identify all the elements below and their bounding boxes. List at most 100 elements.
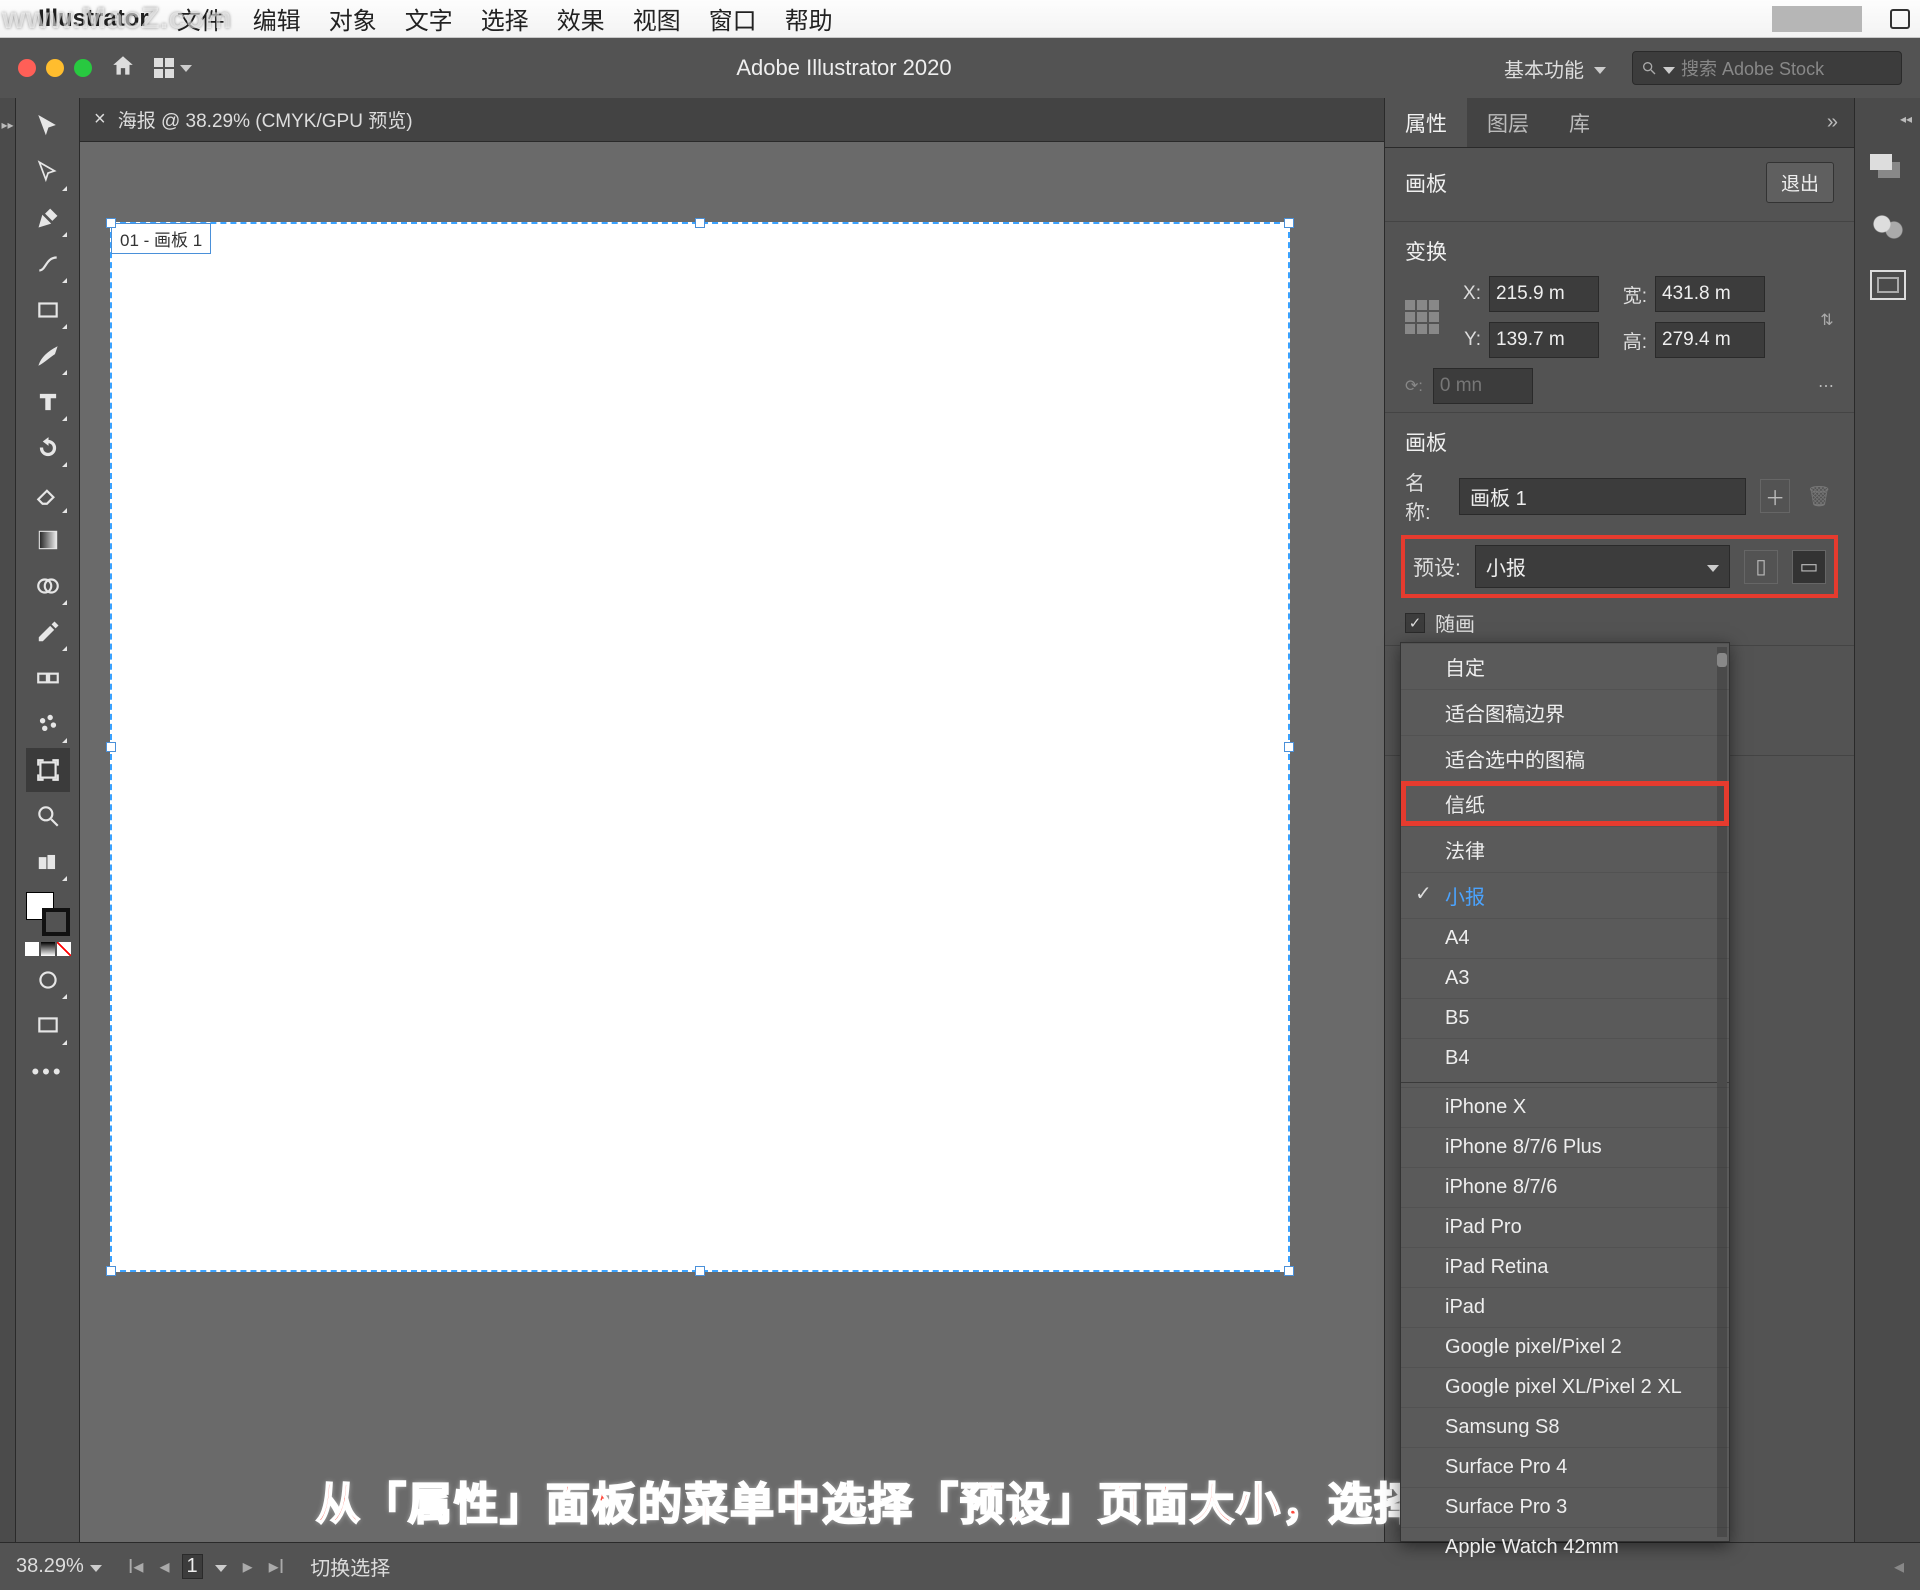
delete-artboard-button[interactable]: 🗑 [1804, 479, 1834, 513]
height-input[interactable] [1655, 322, 1765, 358]
preset-option[interactable]: A4 [1401, 918, 1729, 958]
blend-tool[interactable] [26, 656, 70, 700]
preset-option[interactable]: Apple Watch 42mm [1401, 1527, 1729, 1567]
orientation-landscape-button[interactable]: ▭ [1792, 550, 1826, 584]
new-artboard-button[interactable]: ＋ [1760, 479, 1790, 513]
x-input[interactable] [1489, 276, 1599, 312]
menu-view[interactable]: 视图 [633, 1, 681, 36]
document-tab[interactable]: 海报 @ 38.29% (CMYK/GPU 预览) [118, 106, 413, 133]
artboard-navigator[interactable]: I◂ ◂ 1 ▸ ▸I [124, 1554, 288, 1579]
chevron-down-icon[interactable] [1663, 58, 1675, 79]
menu-effect[interactable]: 效果 [557, 1, 605, 36]
gradient-tool[interactable] [26, 518, 70, 562]
resize-handle[interactable] [106, 742, 116, 752]
panel-collapse-button[interactable]: » [1811, 111, 1854, 134]
edit-toolbar-button[interactable]: ••• [26, 1050, 70, 1094]
rotate-tool[interactable] [26, 426, 70, 470]
first-artboard-button[interactable]: I◂ [124, 1554, 148, 1579]
preset-option[interactable]: iPad [1401, 1287, 1729, 1327]
more-options-icon[interactable]: ⋯ [1818, 376, 1834, 396]
next-artboard-button[interactable]: ▸ [239, 1554, 257, 1579]
menu-object[interactable]: 对象 [329, 1, 377, 36]
menu-edit[interactable]: 编辑 [253, 1, 301, 36]
move-artwork-checkbox[interactable]: ✓ [1405, 613, 1425, 633]
zoom-window-button[interactable] [74, 59, 92, 77]
resize-handle[interactable] [106, 218, 116, 228]
zoom-dropdown[interactable]: 38.29% [16, 1555, 102, 1578]
rectangle-tool[interactable] [26, 288, 70, 332]
artboard-number-input[interactable]: 1 [182, 1554, 203, 1579]
rotate-input[interactable] [1433, 368, 1533, 404]
menu-window[interactable]: 窗口 [709, 1, 757, 36]
artboard[interactable]: 01 - 画板 1 [110, 222, 1290, 1272]
close-window-button[interactable] [18, 59, 36, 77]
resize-handle[interactable] [1284, 1266, 1294, 1276]
close-tab-button[interactable]: × [94, 108, 106, 131]
preset-option[interactable]: Samsung S8 [1401, 1407, 1729, 1447]
preset-option[interactable]: iPhone 8/7/6 Plus [1401, 1127, 1729, 1167]
last-artboard-button[interactable]: ▸I [265, 1554, 289, 1579]
menubar-indicator-icon[interactable] [1890, 9, 1910, 29]
symbol-sprayer-tool[interactable] [26, 702, 70, 746]
constrain-proportions-icon[interactable]: ⇅ [1815, 300, 1839, 340]
width-input[interactable] [1655, 276, 1765, 312]
eraser-tool[interactable] [26, 472, 70, 516]
preset-option[interactable]: A3 [1401, 958, 1729, 998]
artboard-tool[interactable] [26, 748, 70, 792]
preset-option[interactable]: B5 [1401, 998, 1729, 1038]
preset-option[interactable]: iPhone X [1401, 1087, 1729, 1127]
preset-option[interactable]: 适合图稿边界 [1401, 689, 1729, 735]
preset-option[interactable]: 适合选中的图稿 [1401, 735, 1729, 781]
draw-mode-button[interactable] [26, 958, 70, 1002]
menu-file[interactable]: 文件 [177, 1, 225, 36]
preset-option[interactable]: Surface Pro 3 [1401, 1487, 1729, 1527]
hand-tool[interactable] [26, 840, 70, 884]
eyedropper-tool[interactable] [26, 610, 70, 654]
reference-point-selector[interactable] [1405, 300, 1439, 334]
preset-dropdown[interactable]: 小报 [1475, 545, 1730, 588]
preset-option[interactable]: iPad Pro [1401, 1207, 1729, 1247]
orientation-portrait-button[interactable]: ▯ [1744, 550, 1778, 584]
resize-handle[interactable] [695, 1266, 705, 1276]
color-mode-icons[interactable] [25, 942, 71, 956]
arrange-documents-button[interactable] [154, 58, 192, 78]
left-collapsed-panel[interactable]: ▸▸ [0, 98, 16, 1542]
expand-dock-button[interactable]: ◂◂ [1900, 112, 1920, 126]
resize-handle[interactable] [1284, 742, 1294, 752]
fill-stroke-swatch[interactable] [26, 892, 70, 936]
dock-panel-icon[interactable] [1870, 212, 1906, 242]
minimize-window-button[interactable] [46, 59, 64, 77]
menu-help[interactable]: 帮助 [785, 1, 833, 36]
search-input[interactable]: 搜索 Adobe Stock [1632, 51, 1902, 85]
preset-option[interactable]: iPad Retina [1401, 1247, 1729, 1287]
preset-option[interactable]: 法律 [1401, 826, 1729, 872]
workspace-switcher[interactable]: 基本功能 [1496, 54, 1614, 83]
preset-option[interactable]: Google pixel/Pixel 2 [1401, 1327, 1729, 1367]
preset-option[interactable]: B4 [1401, 1038, 1729, 1078]
scroll-left-button[interactable]: ◂ [1894, 1554, 1904, 1579]
exit-artboard-button[interactable]: 退出 [1766, 162, 1834, 203]
preset-option[interactable]: 信纸 [1401, 781, 1729, 826]
selection-tool[interactable] [26, 104, 70, 148]
menu-select[interactable]: 选择 [481, 1, 529, 36]
direct-selection-tool[interactable] [26, 150, 70, 194]
preset-option[interactable]: 小报 [1401, 872, 1729, 918]
pen-tool[interactable] [26, 196, 70, 240]
curvature-tool[interactable] [26, 242, 70, 286]
preset-option[interactable]: Google pixel XL/Pixel 2 XL [1401, 1367, 1729, 1407]
tab-properties[interactable]: 属性 [1385, 98, 1467, 147]
app-menu[interactable]: Illustrator [38, 5, 149, 33]
resize-handle[interactable] [1284, 218, 1294, 228]
tab-layers[interactable]: 图层 [1467, 98, 1549, 147]
zoom-tool[interactable] [26, 794, 70, 838]
tab-libraries[interactable]: 库 [1549, 98, 1610, 147]
shape-builder-tool[interactable] [26, 564, 70, 608]
type-tool[interactable] [26, 380, 70, 424]
screen-mode-button[interactable] [26, 1004, 70, 1048]
prev-artboard-button[interactable]: ◂ [155, 1554, 173, 1579]
resize-handle[interactable] [695, 218, 705, 228]
preset-option[interactable]: Surface Pro 4 [1401, 1447, 1729, 1487]
resize-handle[interactable] [106, 1266, 116, 1276]
canvas[interactable]: 01 - 画板 1 [80, 142, 1384, 1542]
y-input[interactable] [1489, 322, 1599, 358]
